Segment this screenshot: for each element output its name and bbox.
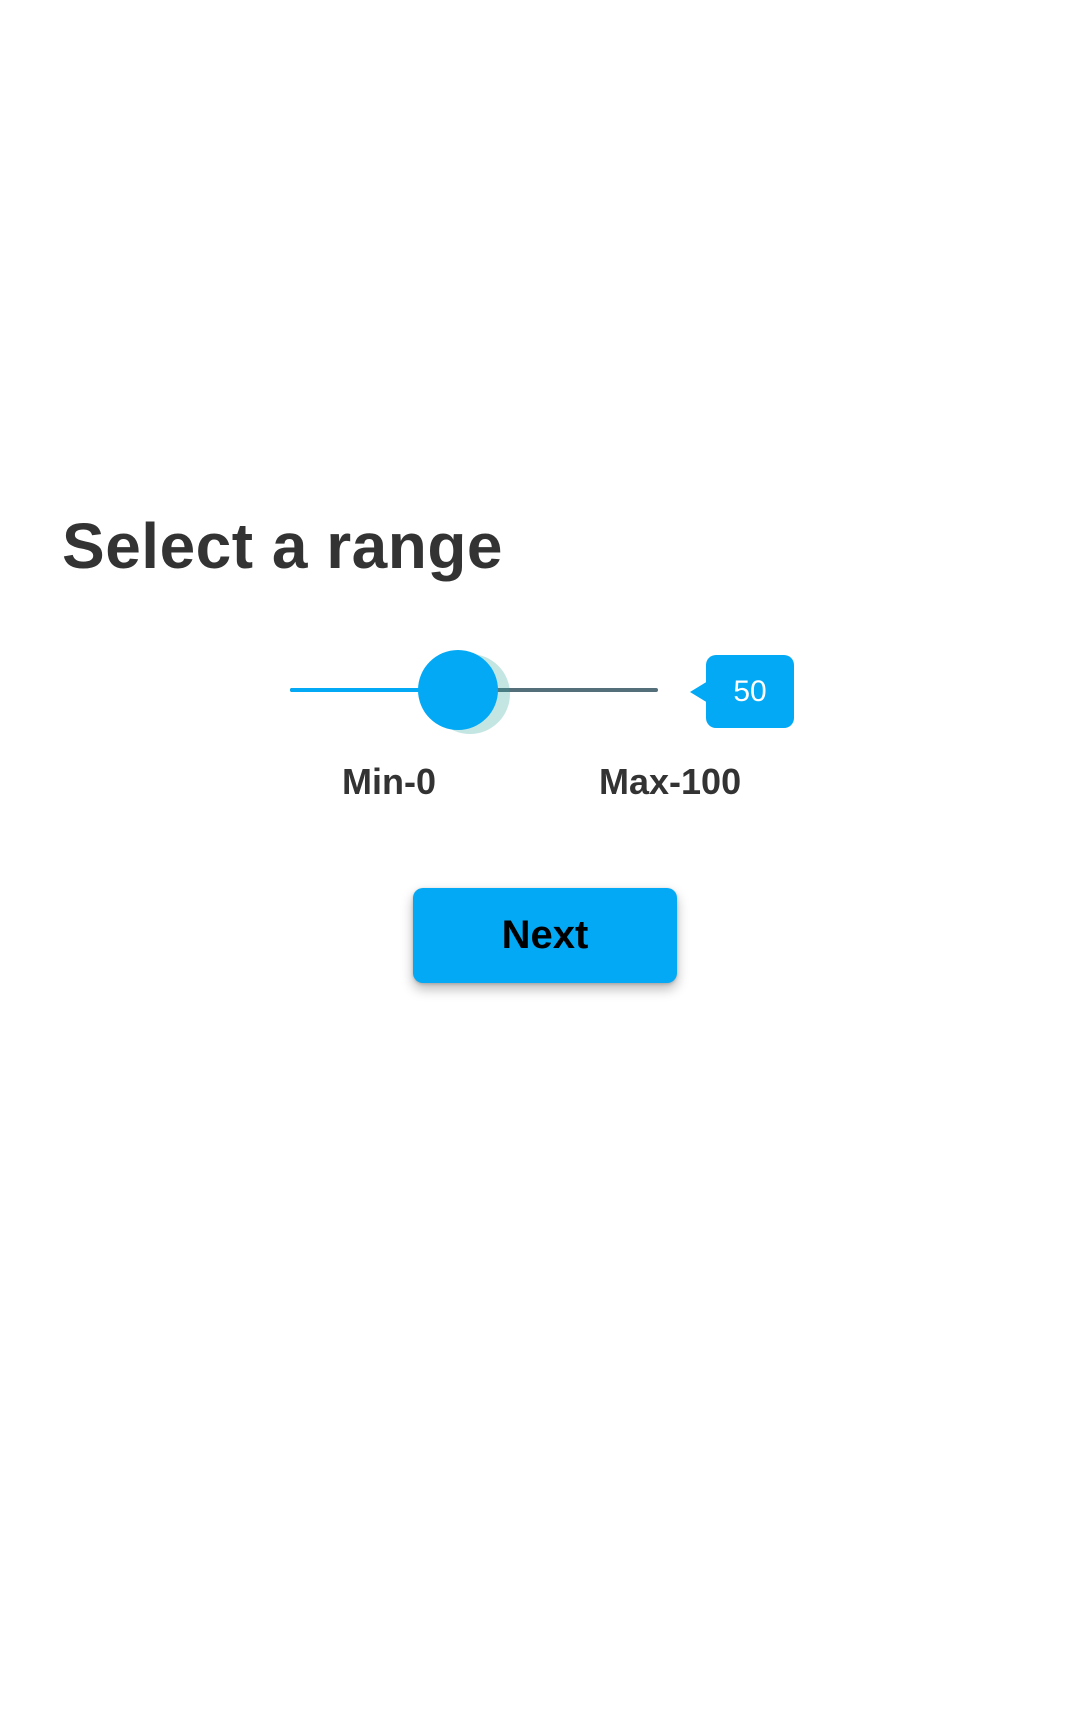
next-button[interactable]: Next <box>413 888 677 983</box>
page-title: Select a range <box>62 510 503 582</box>
slider-thumb[interactable] <box>418 650 498 730</box>
slider-value-badge: 50 <box>690 655 794 728</box>
range-slider[interactable] <box>290 650 658 734</box>
range-selection-screen: Select a range 50 Min-0 Max-100 Next <box>0 0 1080 1731</box>
max-label: Max-100 <box>599 761 742 802</box>
min-label: Min-0 <box>342 761 436 802</box>
